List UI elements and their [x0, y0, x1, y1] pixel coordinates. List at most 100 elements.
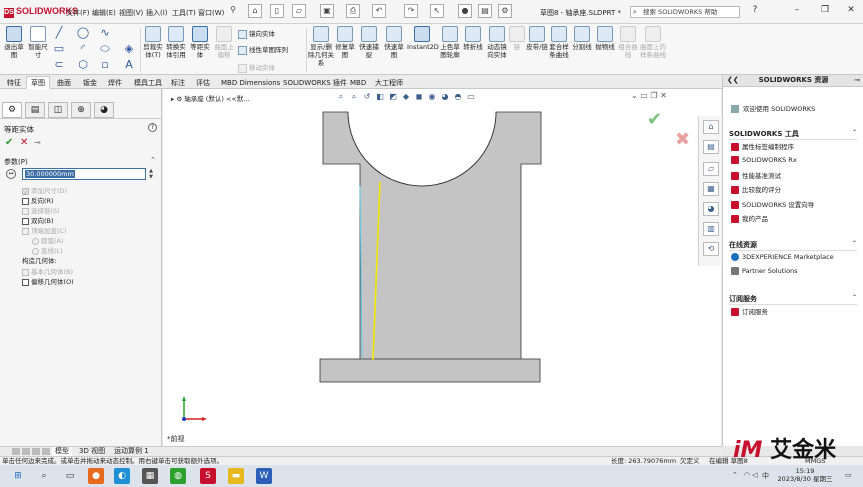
- marketplace-link[interactable]: 3DEXPERIENCE Marketplace: [731, 253, 834, 261]
- partner-solutions-link[interactable]: Partner Solutions: [731, 267, 798, 275]
- hide-show-icon[interactable]: ◉: [426, 91, 438, 103]
- convert-entities-button[interactable]: 转换实体引用: [164, 26, 188, 59]
- rectangle-icon[interactable]: ▭: [52, 42, 66, 56]
- distance-spinner[interactable]: ▲ ▼: [147, 168, 155, 180]
- repair-sketch-button[interactable]: 修复草图: [334, 26, 356, 59]
- slot-icon[interactable]: ⊂: [52, 58, 66, 72]
- file-explorer-icon[interactable]: ▱: [703, 162, 719, 176]
- line-icon[interactable]: ╱: [52, 26, 66, 40]
- solidworks-rx-link[interactable]: SOLIDWORKS Rx: [731, 156, 797, 164]
- help-icon[interactable]: ?: [748, 5, 762, 15]
- word-icon[interactable]: W: [256, 468, 272, 484]
- trim-entities-button[interactable]: 剪裁实体(T): [141, 26, 165, 59]
- menu-window[interactable]: 窗口(W): [198, 8, 224, 18]
- plane-icon[interactable]: ◈: [122, 42, 136, 56]
- notification-icon[interactable]: ▭: [845, 471, 852, 479]
- collapse-arrow-icon[interactable]: ❮❮: [727, 75, 739, 86]
- shaded-sketch-button[interactable]: 上色草图轮廓: [439, 26, 461, 59]
- ime-indicator[interactable]: 中: [762, 471, 769, 481]
- search-icon[interactable]: ⌕: [36, 468, 52, 484]
- minimize-button[interactable]: –: [790, 5, 804, 15]
- select-icon[interactable]: ↖: [430, 4, 444, 18]
- bidirectional-checkbox[interactable]: 双向(B): [22, 215, 54, 225]
- face-curve-button[interactable]: 曲面上的样条曲线: [640, 26, 666, 59]
- tab-sheet-metal[interactable]: 钣金: [78, 76, 102, 89]
- edit-appearance-icon[interactable]: ◕: [439, 91, 451, 103]
- tab-3d-views[interactable]: 3D 视图: [76, 447, 108, 456]
- tray-chevron-icon[interactable]: ⌃: [732, 471, 738, 479]
- options-gear-icon[interactable]: ⚙: [498, 4, 512, 18]
- pin-icon[interactable]: ⊸: [854, 75, 860, 86]
- polyline-button[interactable]: 转折线: [462, 26, 484, 51]
- tools-section-title[interactable]: SOLIDWORKS 工具 ⌃: [729, 129, 857, 140]
- arcs-radio[interactable]: 圆弧(A): [32, 235, 64, 245]
- menu-insert[interactable]: 插入(I): [146, 8, 168, 18]
- tab-solidworks-addins[interactable]: SOLIDWORKS 插件: [278, 76, 352, 89]
- volume-icon[interactable]: ◁: [752, 471, 757, 479]
- offset-distance-input[interactable]: 30.000000mm: [22, 168, 146, 180]
- dynamic-annotation-icon[interactable]: ◩: [387, 91, 399, 103]
- subscription-services-link[interactable]: 订阅服务: [731, 306, 768, 316]
- last-tab-icon[interactable]: [42, 448, 50, 455]
- menu-tools[interactable]: 工具(T): [172, 8, 196, 18]
- composite-curve-button[interactable]: 组合曲线: [617, 26, 639, 59]
- tab-weldments[interactable]: 焊件: [103, 76, 127, 89]
- spline-icon[interactable]: ∿: [98, 26, 112, 40]
- circle-icon[interactable]: ◯: [76, 26, 90, 40]
- wechat-icon[interactable]: ◍: [170, 468, 186, 484]
- exit-sketch-button[interactable]: 退出草图: [3, 26, 25, 59]
- feature-tree-flyout[interactable]: ▸ ⚙ 轴承座 (默认) <<默...: [171, 93, 250, 103]
- next-tab-icon[interactable]: [32, 448, 40, 455]
- redo-icon[interactable]: ↷: [404, 4, 418, 18]
- view-palette-icon[interactable]: ▦: [703, 182, 719, 196]
- viewport-window-controls[interactable]: ⌄ ▭ ❐ ✕: [631, 91, 667, 100]
- move-entities-button[interactable]: 移动实体: [238, 62, 275, 73]
- search-input[interactable]: ⌕ 搜索 SOLIDWORKS 帮助: [630, 6, 740, 18]
- print-icon[interactable]: ⎙: [346, 4, 360, 18]
- home-icon[interactable]: ⌂: [248, 4, 262, 18]
- welcome-item[interactable]: 欢迎使用 SOLIDWORKS: [731, 103, 815, 113]
- close-button[interactable]: ✕: [844, 5, 858, 15]
- custom-properties-icon[interactable]: ▥: [703, 222, 719, 236]
- zoom-to-fit-icon[interactable]: ⌕: [335, 91, 347, 103]
- task-view-icon[interactable]: ▭: [62, 468, 78, 484]
- parabola-button[interactable]: 抛物线: [594, 26, 616, 51]
- rebuild-icon[interactable]: ●: [458, 4, 472, 18]
- open-icon[interactable]: ▱: [292, 4, 306, 18]
- offset-geometry-checkbox[interactable]: 偏移几何体(O): [22, 276, 74, 286]
- settings-wizard-link[interactable]: SOLIDWORKS 设置向导: [731, 199, 814, 209]
- dynamic-mirror-button[interactable]: 动态镜向实体: [485, 26, 509, 59]
- help-icon[interactable]: ?: [148, 123, 157, 132]
- cancel-x-icon[interactable]: ✖: [675, 129, 690, 150]
- design-library-icon[interactable]: ▤: [703, 140, 719, 154]
- maximize-button[interactable]: ❐: [818, 5, 832, 15]
- my-products-link[interactable]: 我的产品: [731, 213, 768, 223]
- property-manager-tab-icon[interactable]: ▤: [25, 102, 45, 118]
- smart-dimension-button[interactable]: 智能尺寸: [27, 26, 49, 59]
- add-dimensions-checkbox[interactable]: ✓ 添加尺寸(D): [22, 185, 67, 197]
- file-explorer-icon[interactable]: ▬: [228, 468, 244, 484]
- ok-button[interactable]: ✔: [5, 137, 13, 148]
- previous-view-icon[interactable]: ↺: [361, 91, 373, 103]
- offset-on-surface-button[interactable]: 曲面上偏移: [213, 26, 235, 59]
- tab-features[interactable]: 特征: [2, 76, 26, 89]
- tab-model[interactable]: 模型: [52, 447, 72, 456]
- section-view-icon[interactable]: ◧: [374, 91, 386, 103]
- new-document-icon[interactable]: ▯: [270, 4, 284, 18]
- base-geometry-checkbox[interactable]: 基本几何体(B): [22, 266, 73, 276]
- parameters-section-title[interactable]: 参数(P): [4, 157, 28, 167]
- rapid-sketch-button[interactable]: 快速草图: [383, 26, 405, 59]
- arc-icon[interactable]: ◜: [76, 42, 90, 56]
- select-chain-checkbox[interactable]: 选择链(S): [22, 205, 60, 215]
- instant2d-button[interactable]: Instant2D: [407, 26, 439, 51]
- bearing-block-part[interactable]: [313, 109, 543, 384]
- solidworks-forum-icon[interactable]: ⟲: [703, 242, 719, 256]
- mirror-entities-button[interactable]: 镜向实体: [238, 28, 275, 39]
- tab-mbd-dimensions[interactable]: MBD Dimensions: [216, 76, 285, 89]
- split-line-button[interactable]: 分割线: [571, 26, 593, 51]
- menu-view[interactable]: 视图(V): [119, 8, 143, 18]
- property-tab-builder-link[interactable]: 属性标签编制程序: [731, 141, 794, 151]
- quick-snaps-button[interactable]: 快速捕捉: [358, 26, 380, 59]
- text-icon[interactable]: A: [122, 58, 136, 72]
- display-relations-button[interactable]: 显示/删除几何关系: [307, 26, 335, 67]
